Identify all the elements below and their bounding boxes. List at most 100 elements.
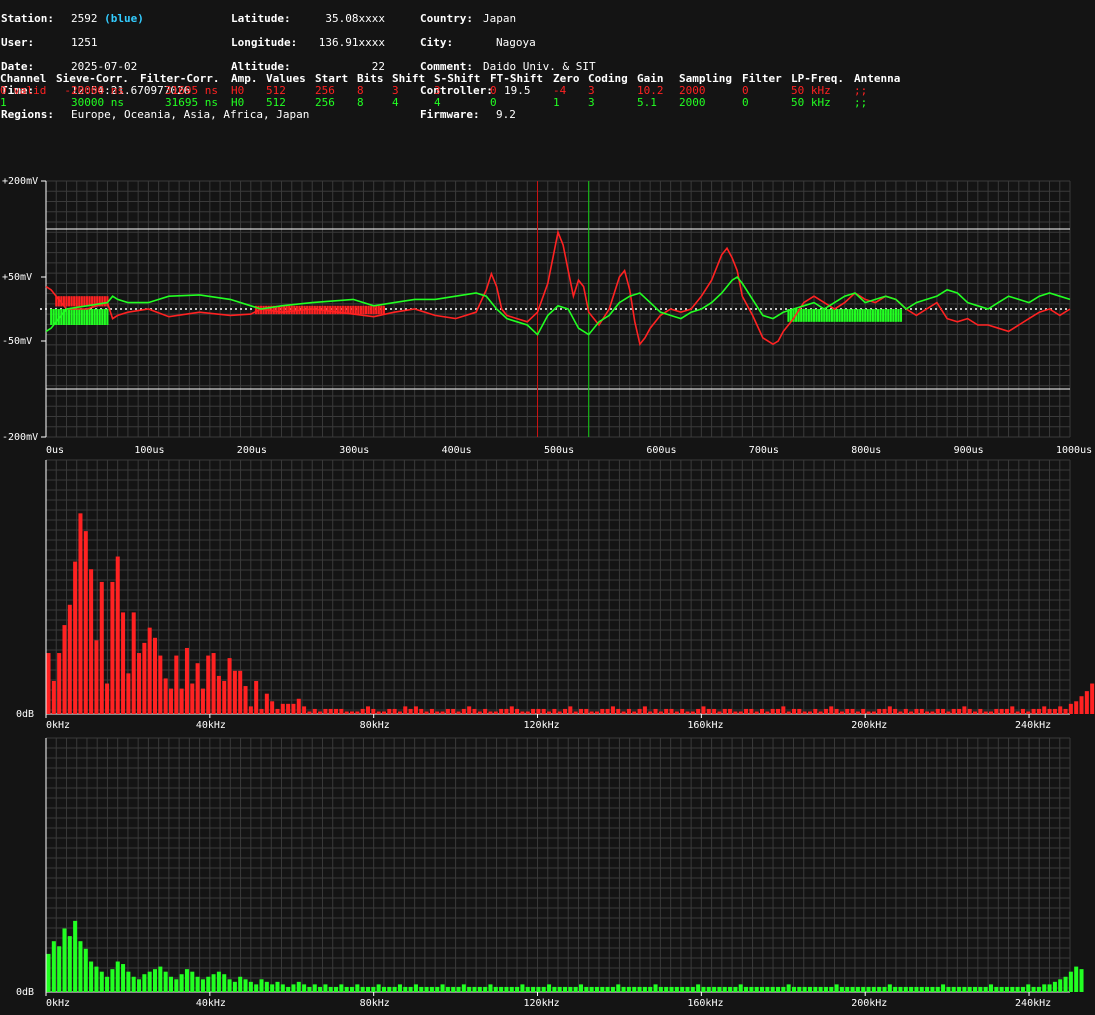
spectrum-bar — [323, 984, 328, 992]
spectrum-bar — [770, 708, 775, 714]
spectrum-bar — [318, 986, 323, 992]
spectrum-bar — [259, 708, 264, 714]
spectrum-bar — [520, 711, 525, 714]
spectrum-bar — [946, 986, 951, 992]
spectrum-bar — [83, 948, 88, 992]
filter-region — [788, 309, 902, 322]
spectrum-bar — [626, 708, 631, 714]
spectrum-bar — [408, 986, 413, 992]
spectrum-bar — [387, 708, 392, 714]
spectrum-bar — [1020, 708, 1025, 714]
spectrum-bar — [1036, 708, 1041, 714]
spectrum-bar — [871, 986, 876, 992]
spectrum-bar — [658, 711, 663, 714]
spectrum-bar — [738, 984, 743, 992]
spectrum-bar — [605, 708, 610, 714]
x-tick-label: 80kHz — [360, 998, 390, 1009]
spectrum-bar — [137, 979, 142, 992]
spectrum-bar — [435, 986, 440, 992]
spectrum-bar — [1079, 969, 1084, 992]
x-tick-label: 160kHz — [687, 998, 723, 1009]
spectrum-bar — [584, 708, 589, 714]
spectrum-bar — [94, 966, 99, 992]
spectrum-bar — [1052, 708, 1057, 714]
spectrum-bar — [962, 706, 967, 714]
spectrum-bar — [797, 986, 802, 992]
spectrum-bar — [770, 986, 775, 992]
spectrum-bar — [520, 984, 525, 992]
spectrum-bar — [829, 986, 834, 992]
spectrum-bar — [456, 986, 461, 992]
spectrum-bar — [1074, 966, 1079, 992]
spectrum-bar — [589, 711, 594, 714]
spectrum-bar — [270, 701, 275, 714]
spectrum-bar — [451, 986, 456, 992]
spectrum-bar — [323, 708, 328, 714]
spectrum-bar — [988, 711, 994, 714]
spectrum-bar — [158, 655, 163, 714]
spectrum-bar — [296, 698, 301, 714]
spectrum-bar — [813, 708, 818, 714]
spectrum-bar — [152, 969, 158, 992]
spectrum-bar — [1031, 986, 1036, 992]
spectrum-bar — [1063, 708, 1068, 714]
spectrum-bar — [680, 986, 685, 992]
spectrum-bar — [121, 612, 126, 714]
spectrum-bar — [371, 708, 376, 714]
spectrum-bar — [706, 986, 711, 992]
spectrum-bar — [802, 986, 807, 992]
spectrum-bar — [472, 986, 477, 992]
spectrum-bar — [174, 655, 179, 714]
spectrum-bar — [318, 711, 323, 714]
x-tick-label: 160kHz — [687, 720, 723, 731]
spectrum-bar — [483, 708, 488, 714]
spectrum-bar — [594, 711, 599, 714]
spectrum-bar — [653, 984, 658, 992]
spectrum-bar — [115, 961, 120, 992]
spectrum-bar — [163, 678, 168, 714]
spectrum-bar — [360, 708, 365, 714]
spectrum-bar — [973, 711, 978, 714]
x-tick-label: 400us — [442, 445, 472, 456]
spectrum-bar — [552, 708, 557, 714]
spectrum-bar — [541, 986, 546, 992]
x-tick-label: 240kHz — [1015, 720, 1051, 731]
spectrum-bar — [754, 986, 759, 992]
spectrum-bar — [919, 986, 924, 992]
spectrum-bar — [791, 986, 796, 992]
spectrum-bar — [637, 986, 642, 992]
spectrum-bar — [600, 986, 605, 992]
spectrum-bar — [648, 986, 653, 992]
x-tick-label: 100us — [134, 445, 164, 456]
spectrum-bar — [701, 986, 706, 992]
spectrum-bar — [775, 708, 781, 714]
spectrum-bar — [126, 971, 131, 992]
spectrum-bar — [1047, 984, 1052, 992]
spectrum-bar — [930, 711, 935, 714]
spectrum-bar — [1015, 986, 1020, 992]
spectrum-bar — [483, 986, 488, 992]
spectrum-bar — [674, 711, 679, 714]
spectrum-bar — [307, 986, 312, 992]
spectrum-bar — [1042, 984, 1047, 992]
spectrum-bar — [355, 984, 360, 992]
spectrum-bar — [866, 986, 871, 992]
spectrum-bar — [291, 984, 296, 992]
spectrum-bar — [419, 986, 424, 992]
spectrum-bar — [451, 708, 456, 714]
spectrum-bar — [168, 976, 173, 992]
spectrum-bar — [893, 708, 898, 714]
spectrum-bar — [248, 706, 253, 714]
spectrum-bar — [179, 974, 184, 992]
spectrum-bar — [536, 708, 541, 714]
spectrum-bar — [152, 637, 158, 714]
spectrum-bar — [909, 711, 914, 714]
x-tick-label: 0kHz — [46, 720, 70, 731]
spectrum-bar — [813, 986, 818, 992]
spectrum-bar — [371, 986, 376, 992]
spectrum-bar — [850, 986, 855, 992]
spectrum-bar — [685, 711, 690, 714]
spectrum-bar — [1020, 986, 1025, 992]
spectrum-bar — [312, 984, 317, 992]
spectrum-bar — [749, 708, 754, 714]
